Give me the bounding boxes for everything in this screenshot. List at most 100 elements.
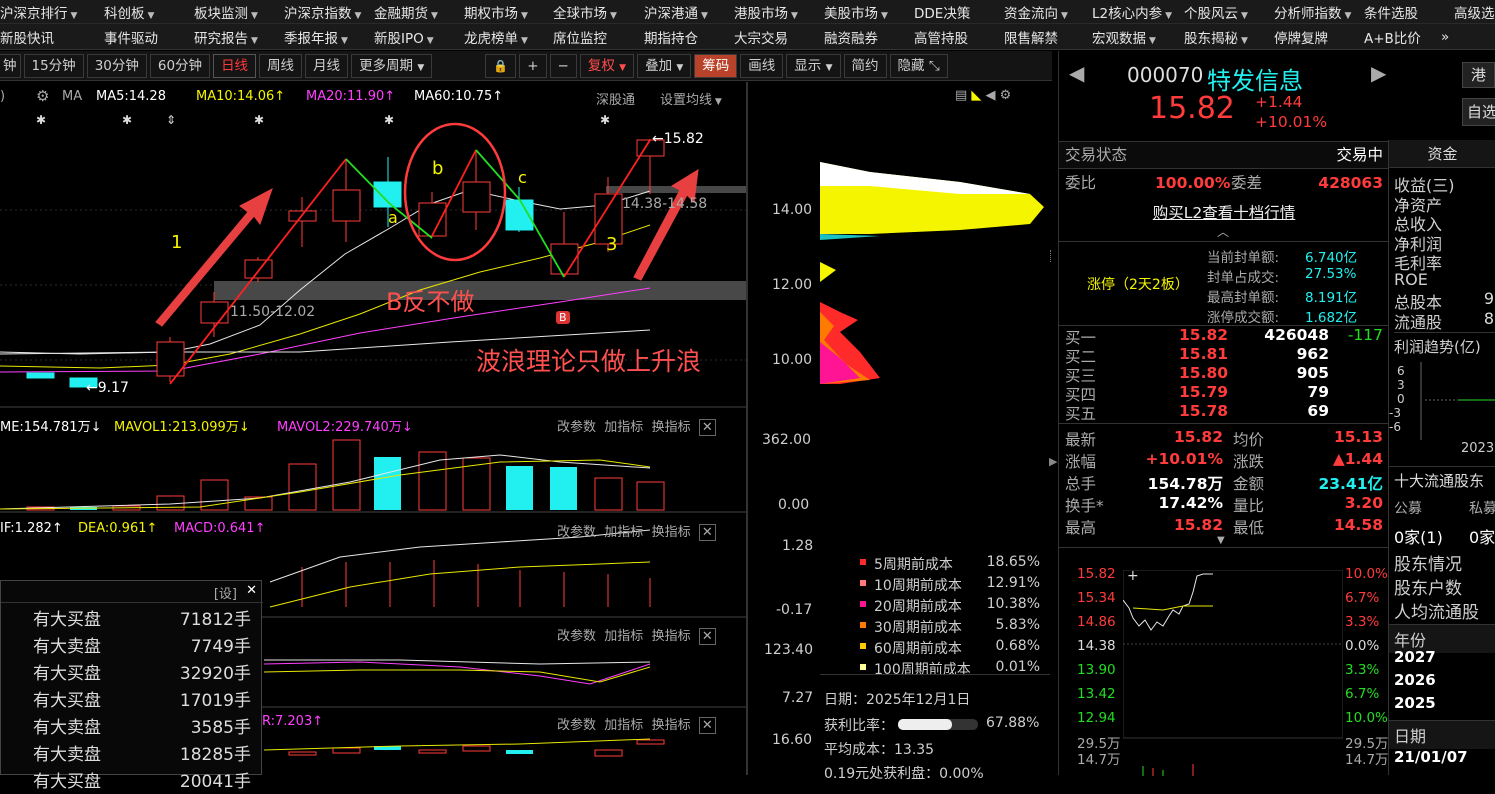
- panel-collapse-handle[interactable]: ▶: [1049, 455, 1057, 468]
- nav-item-15[interactable]: 条件选股: [1360, 2, 1422, 22]
- nav-item-3[interactable]: 季报年报 ▼: [280, 27, 352, 47]
- b-reversal-note: B反不做: [386, 288, 475, 316]
- nav-item-0[interactable]: 沪深京排行 ▼: [0, 2, 81, 22]
- overlay-button[interactable]: 叠加 ▼: [637, 53, 692, 78]
- avg-float-link[interactable]: 人均流通股: [1394, 598, 1479, 623]
- p5-panel-buttons[interactable]: 改参数 加指标 换指标 ✕: [557, 714, 716, 734]
- nav-item-15[interactable]: A+B比价: [1360, 27, 1425, 47]
- nav-item-5[interactable]: 期权市场 ▼: [460, 2, 532, 22]
- chip-legend-item: 20周期前成本 10.38%: [860, 596, 1048, 616]
- nav-item-6[interactable]: 席位监控: [549, 27, 611, 47]
- nav-item-13[interactable]: 股东揭秘 ▼: [1180, 27, 1252, 47]
- nav-item-14[interactable]: 停牌复牌: [1270, 27, 1332, 47]
- chip-legend-item: 10周期前成本 12.91%: [860, 575, 1048, 595]
- nav-item-13[interactable]: 个股风云 ▼: [1180, 2, 1252, 22]
- nav-item-1[interactable]: 科创板 ▼: [100, 2, 158, 22]
- holder-count-link[interactable]: 股东户数: [1394, 574, 1462, 599]
- period-60min[interactable]: 60分钟: [149, 53, 211, 78]
- nav-item-8[interactable]: 港股市场 ▼: [730, 2, 802, 22]
- nav-item-10[interactable]: 高管持股: [910, 27, 972, 47]
- nav-item-4[interactable]: 金融期货 ▼: [370, 2, 442, 22]
- zoom-in-button[interactable]: +: [519, 53, 547, 78]
- mini-axis-left: 14.7万: [1077, 752, 1121, 768]
- next-stock-icon[interactable]: ▶: [1371, 61, 1386, 85]
- svg-text:+: +: [1127, 570, 1139, 584]
- nav-item-8[interactable]: 大宗交易: [730, 27, 792, 47]
- period-weekly[interactable]: 周线: [259, 53, 303, 78]
- chevron-down-icon: ▼: [610, 10, 617, 21]
- period-daily[interactable]: 日线: [213, 53, 257, 78]
- simple-mode-button[interactable]: 简约: [843, 53, 887, 78]
- nav-item-9[interactable]: 融资融券: [820, 27, 882, 47]
- nav-item-10[interactable]: DDE决策: [910, 2, 974, 22]
- stock-header: ◀ 000070 特发信息 ▶: [1059, 61, 1389, 95]
- tab-funds[interactable]: 资金: [1389, 140, 1495, 168]
- nav-item-7[interactable]: 期指持仓: [640, 27, 702, 47]
- nav-item-6[interactable]: 全球市场 ▼: [549, 2, 621, 22]
- trade-status-row: 交易状态 交易中: [1059, 141, 1389, 169]
- chip-button[interactable]: 筹码: [694, 53, 738, 78]
- more-periods-button[interactable]: 更多周期 ▼: [351, 53, 433, 78]
- settings-button[interactable]: [设]: [214, 583, 237, 602]
- chevron-up-icon[interactable]: ︿: [1217, 223, 1229, 240]
- nav-item-2[interactable]: 板块监测 ▼: [190, 2, 262, 22]
- vol-panel-buttons[interactable]: 改参数 加指标 换指标 ✕: [557, 416, 716, 436]
- close-icon[interactable]: ✕: [698, 717, 716, 734]
- order-book-row[interactable]: 买二 15.81 962: [1059, 345, 1389, 366]
- period-minute-partial[interactable]: 钟: [0, 53, 21, 78]
- nav-item-5[interactable]: 龙虎榜单 ▼: [460, 27, 532, 47]
- close-icon[interactable]: ✕: [698, 419, 716, 436]
- nav-item-11[interactable]: 资金流向 ▼: [1000, 2, 1072, 22]
- more-nav-icon[interactable]: »: [1437, 29, 1453, 45]
- period-30min[interactable]: 30分钟: [86, 53, 147, 78]
- nav-item-3[interactable]: 沪深京指数 ▼: [280, 2, 365, 22]
- mini-axis-right: 6.7%: [1345, 590, 1380, 606]
- macd-panel-buttons[interactable]: 改参数 加指标 换指标 ✕: [557, 521, 716, 541]
- prev-stock-icon[interactable]: ◀: [1069, 61, 1084, 85]
- holder-info-link[interactable]: 股东情况: [1394, 550, 1462, 575]
- nav-item-12[interactable]: 宏观数据 ▼: [1088, 27, 1160, 47]
- quote-stat-row: 换手* 17.42% 量比 3.20: [1065, 494, 1383, 515]
- buy-l2-link[interactable]: 购买L2查看十档行情: [1059, 201, 1389, 223]
- price-axis-1: 14.00: [772, 202, 813, 218]
- order-book-row[interactable]: 买三 15.80 905: [1059, 364, 1389, 385]
- display-button[interactable]: 显示 ▼: [786, 53, 841, 78]
- quote-stat-row: 最新 15.82 均价 15.13: [1065, 428, 1383, 449]
- nav-item-4[interactable]: 新股IPO ▼: [370, 27, 438, 47]
- nav-item-12[interactable]: L2核心内参 ▼: [1088, 2, 1176, 22]
- mini-axis-left: 15.34: [1077, 590, 1116, 606]
- chevron-down-icon[interactable]: ▼: [1217, 535, 1225, 546]
- watchlist-button[interactable]: 自选: [1462, 98, 1495, 126]
- splitter-grip[interactable]: [1050, 250, 1056, 262]
- nav-item-9[interactable]: 美股市场 ▼: [820, 2, 892, 22]
- price-change: +1.44: [1255, 93, 1303, 111]
- nav-item-0[interactable]: 新股快讯: [0, 27, 58, 47]
- close-icon[interactable]: ✕: [698, 524, 716, 541]
- wave-theory-note: 波浪理论只做上升浪: [476, 347, 702, 376]
- hk-button[interactable]: 港: [1462, 62, 1495, 88]
- nav-item-16[interactable]: 高级选: [1450, 2, 1495, 22]
- p4-panel-buttons[interactable]: 改参数 加指标 换指标 ✕: [557, 625, 716, 645]
- order-book-row[interactable]: 买五 15.78 69: [1059, 402, 1389, 423]
- chevron-down-icon: ▼: [147, 10, 155, 21]
- order-book-row[interactable]: 买四 15.79 79: [1059, 383, 1389, 404]
- draw-line-button[interactable]: 画线: [740, 53, 784, 78]
- close-icon[interactable]: ✕: [698, 628, 716, 645]
- trend-axis-tick: 6: [1397, 364, 1405, 378]
- adjust-button[interactable]: 复权 ▼: [579, 53, 635, 78]
- period-monthly[interactable]: 月线: [305, 53, 349, 78]
- lock-icon[interactable]: 🔒: [485, 53, 517, 78]
- hide-button[interactable]: 隐藏 ⤡: [889, 53, 948, 78]
- order-book-row[interactable]: 买一 15.82 426048 -117: [1059, 326, 1389, 347]
- nav-item-14[interactable]: 分析师指数 ▼: [1270, 2, 1355, 22]
- nav-item-11[interactable]: 限售解禁: [1000, 27, 1062, 47]
- zoom-out-button[interactable]: −: [549, 53, 577, 78]
- b-signal-icon[interactable]: B: [556, 311, 570, 324]
- chevron-down-icon: ▼: [1149, 35, 1156, 46]
- nav-item-2[interactable]: 研究报告 ▼: [190, 27, 262, 47]
- period-15min[interactable]: 15分钟: [23, 53, 84, 78]
- nav-item-7[interactable]: 沪深港通 ▼: [640, 2, 712, 22]
- close-icon[interactable]: ✕: [246, 583, 257, 598]
- commission-ratio: 100.00%: [1155, 174, 1231, 192]
- nav-item-1[interactable]: 事件驱动: [100, 27, 162, 47]
